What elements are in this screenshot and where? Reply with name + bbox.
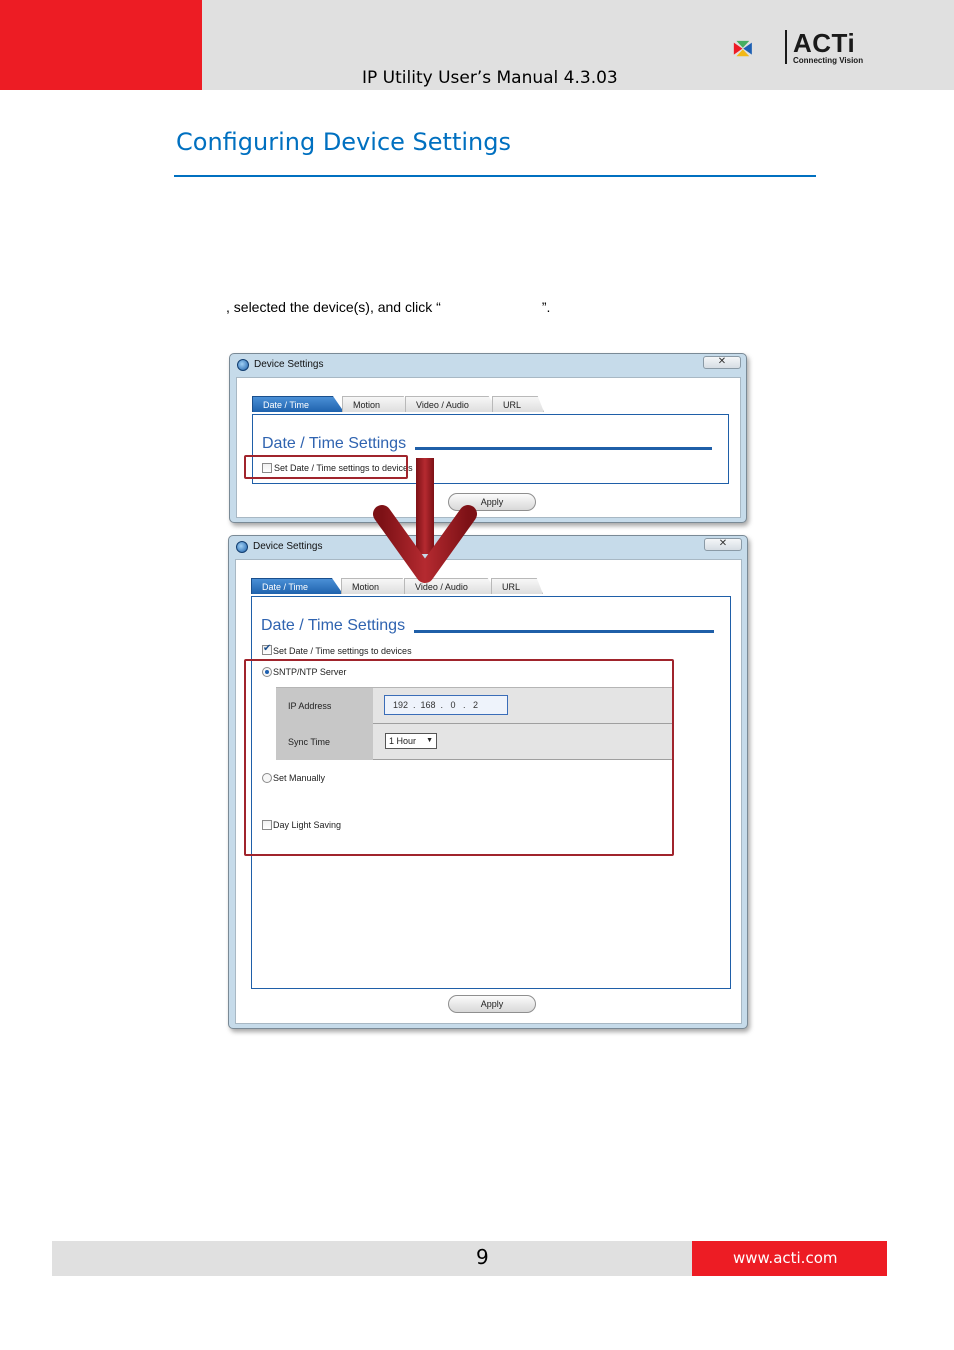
acti-logo-icon: [733, 40, 752, 57]
dialog-body: Date / Time Motion Video / Audio URL Dat…: [236, 377, 741, 518]
tab-date-time[interactable]: Date / Time: [252, 396, 344, 412]
tab-bar: Date / Time Motion Video / Audio URL: [252, 396, 552, 412]
device-settings-dialog-before: Device Settings ✕ Date / Time Motion Vid…: [229, 353, 747, 523]
tab-date-time[interactable]: Date / Time: [251, 578, 343, 594]
set-date-time-checkbox[interactable]: [262, 643, 272, 655]
tab-video-audio[interactable]: Video / Audio: [405, 396, 500, 412]
dialog-title: Device Settings: [254, 359, 324, 370]
down-arrow-icon: [373, 458, 477, 583]
header-red-block: [0, 0, 202, 90]
logo-text: ACTi: [793, 28, 856, 58]
set-date-time-label: Set Date / Time settings to devices: [273, 646, 412, 656]
device-settings-app-icon: [237, 359, 249, 371]
instruction-text: , selected the device(s), and click “ ”.: [226, 299, 551, 315]
panel-title: Date / Time Settings: [261, 617, 406, 634]
tab-motion[interactable]: Motion: [342, 396, 412, 412]
panel-title: Date / Time Settings: [262, 435, 407, 452]
panel-title-rule: [414, 630, 714, 633]
device-settings-app-icon: [236, 541, 248, 553]
tab-url[interactable]: URL: [491, 578, 543, 594]
section-rule: [174, 175, 816, 177]
manual-title: IP Utility User’s Manual 4.3.03: [362, 68, 618, 88]
panel-title-rule: [415, 447, 712, 450]
footer-url[interactable]: www.acti.com: [733, 1249, 838, 1267]
logo-tagline: Connecting Vision: [793, 56, 864, 65]
apply-button[interactable]: Apply: [448, 995, 536, 1013]
footer-grey-band: [52, 1241, 692, 1276]
close-icon[interactable]: ✕: [704, 538, 742, 551]
page-number: 9: [476, 1245, 489, 1269]
tab-url[interactable]: URL: [492, 396, 544, 412]
dialog-title: Device Settings: [253, 541, 323, 552]
sntp-section-highlight-box: [244, 659, 674, 856]
logo-divider: [785, 30, 787, 64]
section-title: Configuring Device Settings: [176, 128, 511, 156]
close-icon[interactable]: ✕: [703, 356, 741, 369]
